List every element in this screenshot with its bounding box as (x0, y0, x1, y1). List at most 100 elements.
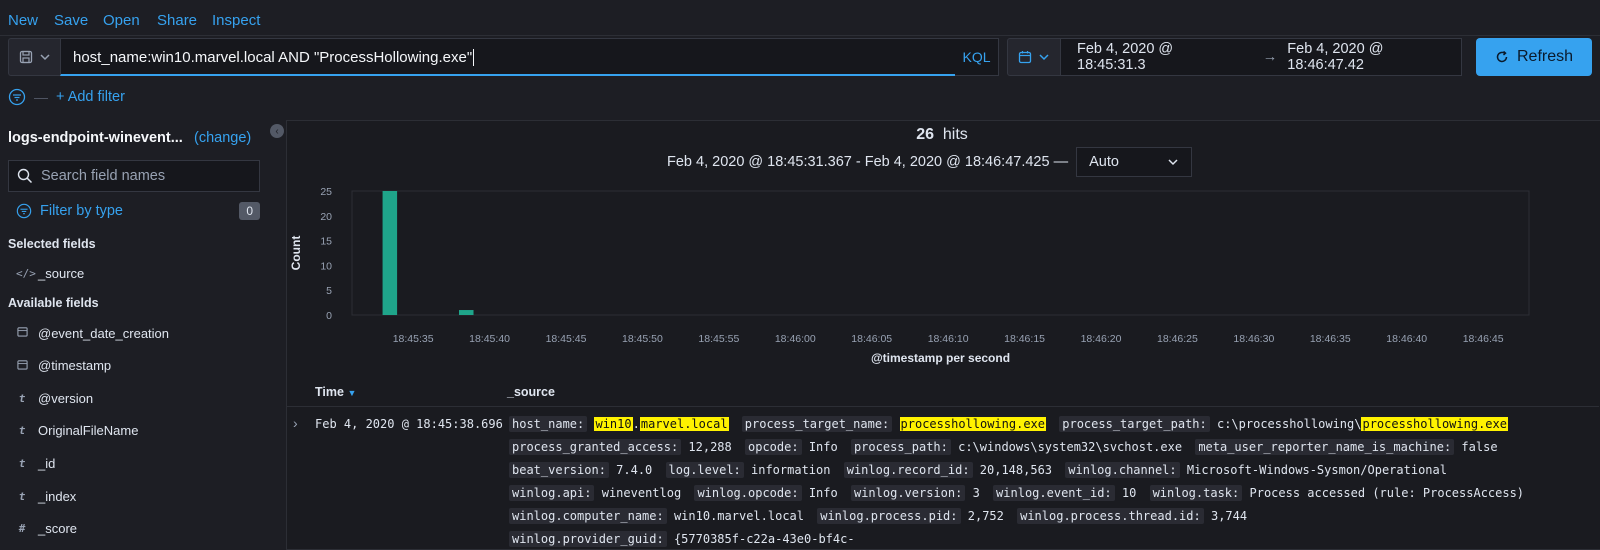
filter-by-type-button[interactable]: Filter by type 0 (16, 200, 260, 222)
quick-date-button[interactable] (1007, 38, 1061, 76)
source-field-value: c:\processhollowing\ (1216, 417, 1362, 431)
field-item[interactable]: t @version (16, 388, 93, 408)
top-nav: New Save Open Share Inspect (0, 0, 1600, 36)
share-link[interactable]: Share (157, 12, 197, 29)
expand-row-icon[interactable]: › (293, 415, 298, 431)
separator: — (34, 89, 48, 105)
filter-count-badge: 0 (239, 202, 260, 220)
number-type-icon: # (18, 522, 26, 536)
field-item[interactable]: t _id (16, 453, 56, 473)
field-name: _source (38, 265, 85, 281)
y-tick-label: 25 (320, 186, 332, 198)
results-panel: 26 hits Feb 4, 2020 @ 18:45:31.367 - Feb… (286, 120, 1600, 550)
save-link[interactable]: Save (54, 12, 88, 29)
field-item[interactable]: t OriginalFileName (16, 421, 139, 441)
calendar-icon (16, 326, 28, 340)
filter-by-type-label: Filter by type (40, 203, 123, 219)
inspect-link[interactable]: Inspect (212, 12, 260, 29)
source-field: winlog.computer_name: win10.marvel.local (509, 508, 804, 524)
x-tick-label: 18:46:40 (1386, 333, 1427, 345)
field-name: @timestamp (38, 358, 112, 374)
field-item[interactable]: t _index (16, 486, 77, 506)
x-tick-label: 18:46:20 (1081, 333, 1122, 345)
y-tick-label: 20 (320, 211, 332, 223)
source-field-value: . (632, 417, 640, 431)
highlighted-value: win10 (594, 417, 633, 431)
interval-select[interactable]: Auto (1076, 147, 1193, 177)
end-date[interactable]: Feb 4, 2020 @ 18:46:47.42 (1287, 41, 1461, 73)
sort-down-icon: ▼ (347, 388, 357, 398)
source-field-key: log.level: (665, 462, 744, 478)
source-field: winlog.task: Process accessed (rule: Pro… (1149, 485, 1524, 501)
field-name: @version (38, 390, 94, 406)
source-field-value: wineventlog (601, 486, 682, 500)
source-field-key: process_target_path: (1059, 416, 1210, 432)
arrow-icon: → (1262, 49, 1278, 65)
saved-query-button[interactable] (8, 38, 60, 76)
highlighted-value: processhollowing.exe (899, 417, 1047, 431)
field-name: _index (38, 488, 77, 504)
row-source: host_name: win10.marvel.local process_ta… (509, 413, 1599, 550)
x-tick-label: 18:45:55 (698, 333, 739, 345)
source-field-value: 10 (1121, 486, 1137, 500)
time-column-header[interactable]: Time ▼ (315, 385, 356, 399)
open-link[interactable]: Open (103, 12, 140, 29)
source-field: beat_version: 7.4.0 (509, 462, 653, 478)
source-field-value: win10.marvel.local (673, 509, 804, 523)
filter-options-icon[interactable] (8, 88, 26, 106)
source-field-key: winlog.api: (509, 485, 595, 501)
field-name: _score (38, 521, 78, 537)
new-link[interactable]: New (8, 12, 38, 29)
field-item[interactable]: @timestamp (16, 356, 111, 376)
x-tick-label: 18:46:10 (928, 333, 969, 345)
y-tick-label: 5 (326, 285, 332, 297)
search-field-names[interactable]: Search field names (8, 160, 260, 192)
source-field-value: false (1461, 440, 1498, 454)
search-placeholder: Search field names (41, 168, 166, 184)
source-column-header: _source (507, 385, 555, 399)
source-field-value: 7.4.0 (616, 463, 653, 477)
add-filter-button[interactable]: + Add filter (56, 89, 125, 105)
field-item[interactable]: @event_date_creation (16, 323, 169, 343)
source-field-key: winlog.opcode: (694, 485, 802, 501)
index-pattern-title: logs-endpoint-winevent... (8, 130, 183, 146)
field-sidebar: logs-endpoint-winevent... (change) Searc… (0, 120, 280, 550)
source-field: log.level: information (665, 462, 831, 478)
source-field-key: winlog.event_id: (993, 485, 1115, 501)
change-index-link[interactable]: (change) (194, 130, 251, 146)
source-field-key: process_granted_access: (509, 439, 682, 455)
source-field-value: 20,148,563 (979, 463, 1053, 477)
highlighted-value: marvel.local (639, 417, 729, 431)
source-field-value: 3 (972, 486, 980, 500)
field-name: OriginalFileName (38, 423, 139, 439)
source-field-value: c:\windows\system32\svchost.exe (958, 440, 1183, 454)
kql-toggle[interactable]: KQL (955, 38, 999, 76)
source-field-key: winlog.task: (1149, 485, 1243, 501)
collapse-sidebar-button[interactable]: ‹ (270, 124, 284, 138)
string-type-icon: t (18, 456, 26, 470)
x-tick-label: 18:46:15 (1004, 333, 1045, 345)
source-field-value: information (751, 463, 831, 477)
source-field: winlog.event_id: 10 (993, 485, 1137, 501)
x-tick-label: 18:46:25 (1157, 333, 1198, 345)
string-type-icon: t (18, 391, 26, 405)
date-range: Feb 4, 2020 @ 18:45:31.3 → Feb 4, 2020 @… (1060, 38, 1462, 76)
source-field-key: host_name: (509, 416, 588, 432)
source-field-key: winlog.process.pid: (817, 508, 961, 524)
start-date[interactable]: Feb 4, 2020 @ 18:45:31.3 (1077, 41, 1243, 73)
x-tick-label: 18:46:30 (1233, 333, 1274, 345)
refresh-button[interactable]: Refresh (1476, 38, 1592, 76)
source-field-key: meta_user_reporter_name_is_machine: (1195, 439, 1455, 455)
source-field-value: 12,288 (688, 440, 732, 454)
source-field-value: 3,744 (1210, 509, 1248, 523)
interval-value: Auto (1089, 154, 1119, 170)
x-tick-label: 18:45:35 (393, 333, 434, 345)
query-input[interactable]: host_name:win10.marvel.local AND "Proces… (60, 38, 956, 76)
field-item-source[interactable]: </> _source (16, 263, 84, 283)
filter-icon (16, 203, 32, 219)
string-type-icon: t (18, 424, 26, 438)
source-field-value: Microsoft-Windows-Sysmon/Operational (1186, 463, 1447, 477)
field-item[interactable]: # _score (16, 519, 77, 539)
source-field-value: Info (808, 486, 838, 500)
search-icon (17, 168, 33, 184)
